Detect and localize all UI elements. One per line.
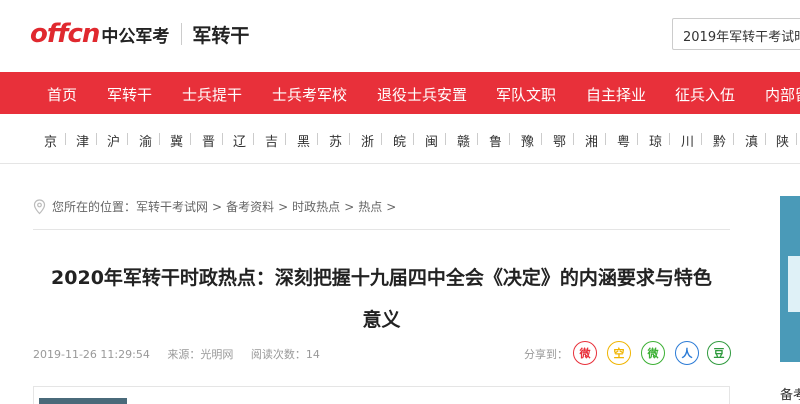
nav-item-soldier-officer[interactable]: 士兵提干 bbox=[182, 84, 242, 105]
nav-item-enlistment[interactable]: 征兵入伍 bbox=[675, 84, 735, 105]
province-link[interactable]: 晋 bbox=[202, 131, 215, 150]
province-divider bbox=[701, 133, 702, 145]
province-divider bbox=[541, 133, 542, 145]
province-link[interactable]: 鄂 bbox=[553, 131, 566, 150]
search-input[interactable]: 2019年军转干考试时 bbox=[672, 18, 800, 50]
breadcrumb-separator: > bbox=[278, 199, 289, 214]
province-divider bbox=[317, 133, 318, 145]
province-link[interactable]: 粤 bbox=[617, 131, 630, 150]
nav-item-home[interactable]: 首页 bbox=[47, 84, 77, 105]
logo-offcn-text: offcn bbox=[30, 19, 100, 49]
province-link[interactable]: 湘 bbox=[585, 131, 598, 150]
article-views: 阅读次数：14 bbox=[250, 348, 320, 361]
logo-divider bbox=[181, 23, 183, 45]
province-divider bbox=[445, 133, 446, 145]
province-divider bbox=[573, 133, 574, 145]
sidebar-heading: 备考 bbox=[780, 388, 800, 403]
breadcrumb-link[interactable]: 热点 bbox=[358, 198, 382, 215]
sidebar-banner-graphic bbox=[788, 256, 800, 312]
article-title: 2020年军转干时政热点：深刻把握十九届四中全会《决定》的内涵要求与特色 意义 bbox=[33, 257, 730, 341]
breadcrumb-link[interactable]: 备考资料 bbox=[226, 198, 274, 215]
province-divider bbox=[637, 133, 638, 145]
province-link[interactable]: 陕 bbox=[776, 131, 789, 150]
share-label: 分享到： bbox=[524, 348, 568, 361]
province-divider bbox=[253, 133, 254, 145]
province-divider bbox=[381, 133, 382, 145]
nav-item-self-employment[interactable]: 自主择业 bbox=[586, 84, 646, 105]
article-meta: 2019-11-26 11:29:54 来源：光明网 阅读次数：14 bbox=[33, 346, 334, 362]
province-divider bbox=[413, 133, 414, 145]
breadcrumb-separator: > bbox=[386, 199, 397, 214]
site-header: offcn 中公军考 军转干 2019年军转干考试时 bbox=[0, 0, 800, 72]
province-link[interactable]: 皖 bbox=[393, 131, 406, 150]
nav-item-internal[interactable]: 内部留 bbox=[765, 84, 800, 105]
province-link[interactable]: 闽 bbox=[425, 131, 438, 150]
breadcrumb-divider bbox=[33, 229, 730, 230]
province-divider bbox=[127, 133, 128, 145]
nav-item-civilian-staff[interactable]: 军队文职 bbox=[496, 84, 556, 105]
douban-icon[interactable]: 豆 bbox=[707, 341, 731, 365]
province-bar: 京 津 沪 渝 冀 晋 辽 吉 黑 苏 浙 皖 闽 赣 鲁 豫 鄂 湘 粤 琼 … bbox=[0, 114, 800, 164]
province-link[interactable]: 浙 bbox=[361, 131, 374, 150]
breadcrumb-link[interactable]: 军转干考试网 bbox=[136, 198, 208, 215]
nav-item-veteran-placement[interactable]: 退役士兵安置 bbox=[377, 84, 467, 105]
province-link[interactable]: 渝 bbox=[139, 131, 152, 150]
province-link[interactable]: 津 bbox=[76, 131, 89, 150]
province-link[interactable]: 琼 bbox=[649, 131, 662, 150]
nav-item-military-school[interactable]: 士兵考军校 bbox=[272, 84, 347, 105]
province-divider bbox=[796, 133, 797, 145]
province-divider bbox=[349, 133, 350, 145]
province-divider bbox=[733, 133, 734, 145]
qzone-icon[interactable]: 空 bbox=[607, 341, 631, 365]
article-title-line: 意义 bbox=[362, 309, 401, 331]
province-divider bbox=[96, 133, 97, 145]
province-divider bbox=[285, 133, 286, 145]
province-divider bbox=[669, 133, 670, 145]
logo-brand-text: 中公军考 bbox=[101, 26, 170, 47]
renren-icon[interactable]: 人 bbox=[675, 341, 699, 365]
sidebar-banner-image[interactable] bbox=[780, 196, 800, 362]
logo-subsite-text: 军转干 bbox=[192, 24, 250, 47]
province-divider bbox=[65, 133, 66, 145]
article-date: 2019-11-26 11:29:54 bbox=[33, 348, 150, 361]
province-divider bbox=[509, 133, 510, 145]
breadcrumb-link[interactable]: 时政热点 bbox=[292, 198, 340, 215]
province-link[interactable]: 黑 bbox=[297, 131, 310, 150]
province-divider bbox=[765, 133, 766, 145]
wechat-icon[interactable]: 微 bbox=[641, 341, 665, 365]
province-link[interactable]: 滇 bbox=[745, 131, 758, 150]
province-divider bbox=[477, 133, 478, 145]
breadcrumb: 您所在的位置： 军转干考试网 > 备考资料 > 时政热点 > 热点 > bbox=[33, 198, 396, 215]
province-link[interactable]: 豫 bbox=[521, 131, 534, 150]
province-link[interactable]: 沪 bbox=[107, 131, 120, 150]
province-link[interactable]: 冀 bbox=[170, 131, 183, 150]
province-divider bbox=[159, 133, 160, 145]
province-divider bbox=[605, 133, 606, 145]
province-link[interactable]: 辽 bbox=[233, 131, 246, 150]
weibo-icon[interactable]: 微 bbox=[573, 341, 597, 365]
province-link[interactable]: 京 bbox=[44, 131, 57, 150]
breadcrumb-prefix: 您所在的位置： bbox=[52, 200, 137, 214]
province-divider bbox=[190, 133, 191, 145]
article-body bbox=[33, 386, 730, 404]
nav-item-junzhuangan[interactable]: 军转干 bbox=[107, 84, 152, 105]
location-pin-icon bbox=[33, 198, 46, 214]
province-link[interactable]: 川 bbox=[681, 131, 694, 150]
main-nav: 首页 军转干 士兵提干 士兵考军校 退役士兵安置 军队文职 自主择业 征兵入伍 … bbox=[0, 72, 800, 114]
province-link[interactable]: 吉 bbox=[265, 131, 278, 150]
article-title-line: 2020年军转干时政热点：深刻把握十九届四中全会《决定》的内涵要求与特色 bbox=[51, 267, 712, 289]
province-link[interactable]: 黔 bbox=[713, 131, 726, 150]
province-link[interactable]: 苏 bbox=[329, 131, 342, 150]
breadcrumb-separator: > bbox=[212, 199, 223, 214]
province-link[interactable]: 鲁 bbox=[489, 131, 502, 150]
province-divider bbox=[222, 133, 223, 145]
breadcrumb-separator: > bbox=[344, 199, 355, 214]
article-image bbox=[39, 398, 127, 404]
province-link[interactable]: 赣 bbox=[457, 131, 470, 150]
article-source: 来源：光明网 bbox=[167, 348, 234, 361]
site-logo[interactable]: offcn 中公军考 军转干 bbox=[30, 14, 249, 54]
